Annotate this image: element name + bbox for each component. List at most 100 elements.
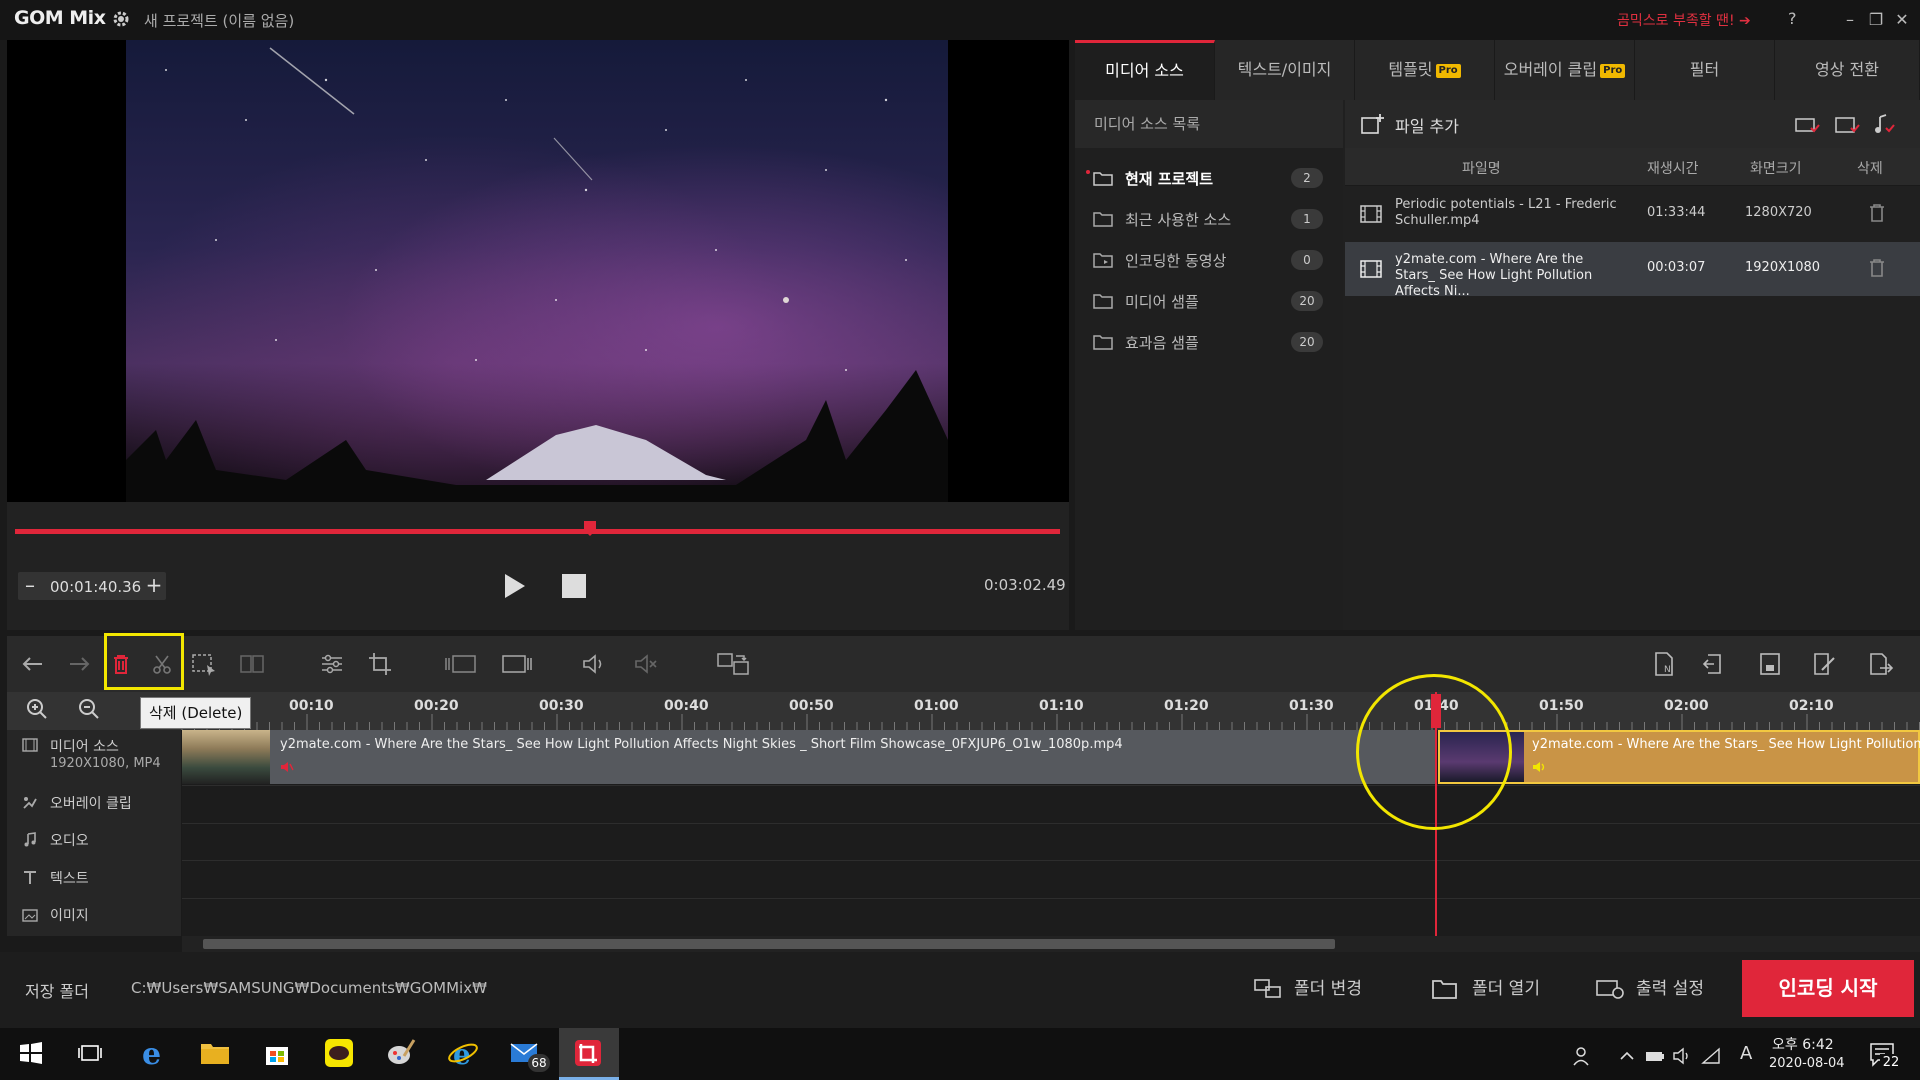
speaker-icon[interactable]: [1672, 1045, 1694, 1067]
new-project-icon[interactable]: N: [1650, 650, 1678, 678]
image-filter-icon[interactable]: [1834, 114, 1860, 136]
chevron-up-icon[interactable]: [1618, 1045, 1636, 1067]
zoom-in-icon[interactable]: [25, 697, 49, 721]
replace-clip-icon[interactable]: [716, 650, 749, 678]
folder-sound-effects[interactable]: 효과음 샘플 20: [1085, 326, 1335, 358]
folder-media-samples[interactable]: 미디어 샘플 20: [1085, 285, 1335, 317]
store-icon[interactable]: [260, 1036, 294, 1070]
change-folder-button[interactable]: 폴더 변경: [1254, 966, 1362, 1012]
kakaotalk-icon[interactable]: [322, 1036, 356, 1070]
file-row[interactable]: Periodic potentials - L21 - Frederic Sch…: [1345, 187, 1920, 241]
film-icon: [22, 738, 38, 752]
file-resolution: 1920X1080: [1745, 260, 1821, 275]
open-folder-button[interactable]: 폴더 열기: [1432, 966, 1540, 1012]
column-filename[interactable]: 파일명: [1462, 158, 1501, 178]
tab-transition[interactable]: 영상 전환: [1775, 40, 1920, 100]
track-divider: [182, 898, 1920, 899]
add-file-icon[interactable]: [1361, 113, 1385, 135]
output-settings-button[interactable]: 출력 설정: [1596, 966, 1704, 1012]
select-range-icon[interactable]: [190, 650, 218, 678]
gear-icon[interactable]: [112, 10, 130, 28]
edge-icon[interactable]: e: [136, 1036, 170, 1070]
speaker-icon[interactable]: [1532, 760, 1546, 774]
folder-change-icon: [1254, 979, 1281, 998]
pro-badge: Pro: [1600, 63, 1626, 78]
scrollbar-thumb[interactable]: [203, 939, 1335, 949]
folder-open-icon: [1093, 172, 1113, 186]
image-left-icon[interactable]: [444, 650, 476, 678]
stop-button[interactable]: [562, 574, 586, 598]
export-project-icon[interactable]: [1866, 650, 1894, 678]
folder-current-project[interactable]: 현재 프로젝트 2: [1085, 162, 1335, 194]
ruler-tick-label: 00:50: [789, 698, 834, 714]
save-project-icon[interactable]: [1756, 650, 1784, 678]
split-icon[interactable]: [238, 650, 266, 678]
mute-icon[interactable]: [632, 650, 660, 678]
track-audio-label: 오디오: [50, 833, 89, 849]
restore-button[interactable]: ❐: [1862, 6, 1890, 34]
trash-icon[interactable]: [1868, 258, 1886, 278]
volume-icon[interactable]: [580, 650, 608, 678]
wifi-icon[interactable]: [1700, 1045, 1722, 1067]
time-plus-button[interactable]: +: [142, 572, 166, 600]
ime-indicator[interactable]: A: [1740, 1043, 1752, 1064]
speaker-icon[interactable]: [280, 760, 294, 774]
folder-label: 인코딩한 동영상: [1125, 252, 1227, 270]
folder-recent-sources[interactable]: 최근 사용한 소스 1: [1085, 203, 1335, 235]
tab-template[interactable]: 템플릿 Pro: [1355, 40, 1495, 100]
current-time[interactable]: 00:01:40.36: [50, 578, 141, 596]
help-button[interactable]: ?: [1788, 9, 1797, 28]
open-project-icon[interactable]: [1700, 650, 1728, 678]
output-settings-label: 출력 설정: [1636, 979, 1704, 999]
internet-explorer-icon[interactable]: e: [446, 1036, 480, 1070]
windows-start-icon[interactable]: [14, 1036, 48, 1070]
file-row-selected[interactable]: y2mate.com - Where Are the Stars_ See Ho…: [1345, 242, 1920, 299]
highlight-circle: [1356, 674, 1512, 830]
folder-count: 20: [1291, 332, 1323, 352]
battery-icon[interactable]: [1644, 1045, 1666, 1067]
file-explorer-icon[interactable]: [198, 1036, 232, 1070]
crop-icon[interactable]: [366, 650, 394, 678]
folder-encoded-videos[interactable]: 인코딩한 동영상 0: [1085, 244, 1335, 276]
seek-handle[interactable]: [582, 521, 598, 537]
clip-label: y2mate.com - Where Are the Stars_ See Ho…: [280, 737, 1123, 752]
zoom-out-icon[interactable]: [77, 697, 101, 721]
play-button[interactable]: [502, 572, 528, 600]
clip-thumbnail: [182, 730, 270, 784]
undo-icon[interactable]: [20, 650, 48, 678]
ruler-tick-label: 00:20: [414, 698, 459, 714]
tab-text-image[interactable]: 텍스트/이미지: [1215, 40, 1355, 100]
gom-mix-icon[interactable]: [571, 1036, 605, 1070]
column-duration[interactable]: 재생시간: [1647, 158, 1699, 178]
clip-label: y2mate.com - Where Are the Stars_ See Ho…: [1532, 737, 1920, 752]
tab-overlay-clip[interactable]: 오버레이 클립 Pro: [1495, 40, 1635, 100]
promo-link[interactable]: 곰믹스로 부족할 땐! ➔: [1617, 10, 1751, 30]
trash-icon[interactable]: [1868, 203, 1886, 223]
minimize-button[interactable]: –: [1836, 6, 1864, 34]
folder-count: 1: [1291, 209, 1323, 229]
film-icon: [1360, 260, 1382, 278]
start-encoding-button[interactable]: 인코딩 시작: [1742, 960, 1914, 1017]
time-minus-button[interactable]: –: [18, 572, 42, 600]
clock-date[interactable]: 2020-08-04: [1769, 1056, 1845, 1071]
save-as-icon[interactable]: [1810, 650, 1838, 678]
clock-time[interactable]: 오후 6:42: [1772, 1034, 1834, 1054]
add-file-button[interactable]: 파일 추가: [1395, 113, 1459, 137]
paint-icon[interactable]: [384, 1036, 418, 1070]
adjust-icon[interactable]: [318, 650, 346, 678]
redo-icon[interactable]: [64, 650, 92, 678]
close-button[interactable]: ✕: [1888, 6, 1916, 34]
image-right-icon[interactable]: [500, 650, 532, 678]
panel-tabs: 미디어 소스 텍스트/이미지 템플릿 Pro 오버레이 클립 Pro 필터 영상 전…: [1075, 40, 1920, 100]
tab-filter[interactable]: 필터: [1635, 40, 1775, 100]
tab-media-source[interactable]: 미디어 소스: [1075, 40, 1215, 100]
people-icon[interactable]: [1572, 1045, 1594, 1067]
task-view-icon[interactable]: [73, 1036, 107, 1070]
ruler-tick-label: 00:40: [664, 698, 709, 714]
column-resolution[interactable]: 화면크기: [1750, 158, 1802, 178]
video-filter-icon[interactable]: [1794, 114, 1820, 136]
highlight-box: [104, 633, 184, 690]
seek-bar[interactable]: [15, 529, 1060, 534]
audio-filter-icon[interactable]: [1872, 114, 1898, 136]
folder-icon: [1093, 294, 1113, 309]
